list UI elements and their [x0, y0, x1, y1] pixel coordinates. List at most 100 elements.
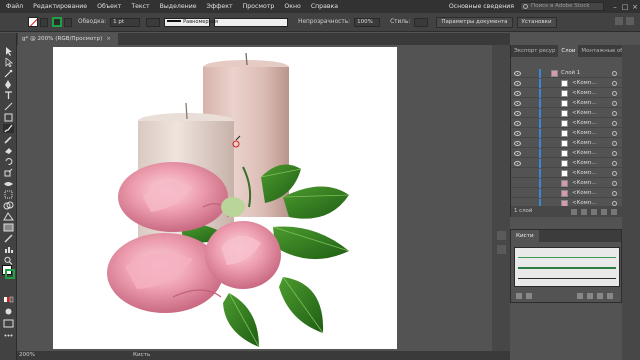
sublayer-row[interactable]: <Комп... [511, 119, 623, 128]
direct-selection-tool-icon[interactable] [3, 58, 14, 67]
sublayer-row[interactable]: <Комп... [511, 109, 623, 118]
fill-swatch[interactable] [28, 17, 38, 27]
free-transform-tool-icon[interactable] [3, 190, 14, 199]
current-tool-status[interactable]: Кисть [133, 351, 150, 360]
document-canvas[interactable] [17, 45, 510, 351]
sublayer-name[interactable]: <Комп... [572, 129, 596, 138]
arrange-icon[interactable] [615, 17, 623, 25]
gradient-tool-icon[interactable] [3, 223, 14, 232]
stroke-weight-input[interactable]: 1 pt [110, 17, 141, 27]
visibility-eye-icon[interactable] [514, 131, 521, 136]
menu-window[interactable]: Окно [284, 3, 300, 10]
sublayer-row[interactable]: <Комп... [511, 89, 623, 98]
sublayer-row[interactable]: <Комп... [511, 129, 623, 138]
sublayer-row[interactable]: <Комп... [511, 169, 623, 178]
panel-menu-icon[interactable] [626, 17, 634, 25]
magic-wand-tool-icon[interactable] [3, 69, 14, 78]
brush-stroke-sample[interactable] [518, 257, 616, 258]
brush-options-icon[interactable] [587, 293, 593, 299]
sublayer-row[interactable]: <Комп... [511, 139, 623, 148]
eraser-tool-icon[interactable] [3, 146, 14, 155]
sublayer-name[interactable]: <Комп... [572, 179, 596, 188]
sublayer-name[interactable]: <Комп... [572, 109, 596, 118]
sublayer-row[interactable]: <Комп... [511, 189, 623, 198]
menu-edit[interactable]: Редактирование [33, 3, 87, 10]
perspective-grid-tool-icon[interactable] [3, 212, 14, 221]
target-circle-icon[interactable] [612, 101, 617, 106]
fill-dropdown[interactable] [40, 17, 48, 27]
visibility-eye-icon[interactable] [514, 101, 521, 106]
sublayer-name[interactable]: <Комп... [572, 89, 596, 98]
document-tab[interactable]: g* @ 200% (RGB/Просмотр) × [18, 33, 118, 45]
target-circle-icon[interactable] [612, 91, 617, 96]
tab-artboards[interactable]: Монтажные об [578, 45, 626, 57]
brush-library-icon[interactable] [516, 293, 522, 299]
remove-stroke-icon[interactable] [577, 293, 583, 299]
new-sublayer-icon[interactable] [591, 209, 597, 215]
visibility-eye-icon[interactable] [514, 151, 521, 156]
artboard[interactable] [53, 47, 397, 349]
brush-definition-dropdown[interactable]: Равномерная [164, 17, 218, 27]
paintbrush-tool-icon[interactable] [3, 124, 14, 133]
target-circle-icon[interactable] [612, 141, 617, 146]
stroke-dropdown[interactable] [64, 17, 72, 27]
menu-type[interactable]: Текст [131, 3, 149, 10]
close-window-icon[interactable]: × [630, 3, 640, 11]
candles-roses-artwork[interactable] [53, 47, 397, 349]
graphic-style-dropdown[interactable] [414, 17, 429, 27]
maximize-icon[interactable]: □ [620, 3, 630, 11]
brush-preview-field[interactable] [214, 17, 289, 27]
target-circle-icon[interactable] [612, 71, 617, 76]
type-tool-icon[interactable] [3, 91, 14, 100]
brush-stroke-sample[interactable] [518, 278, 616, 279]
sublayer-name[interactable]: <Комп... [572, 159, 596, 168]
menu-file[interactable]: Файл [6, 3, 23, 10]
menu-object[interactable]: Объект [97, 3, 121, 10]
close-tab-icon[interactable]: × [106, 36, 111, 42]
target-circle-icon[interactable] [612, 161, 617, 166]
rotate-tool-icon[interactable] [3, 157, 14, 166]
minimize-icon[interactable]: – [610, 3, 620, 11]
sublayer-row[interactable]: <Комп... [511, 149, 623, 158]
sublayer-name[interactable]: <Комп... [572, 139, 596, 148]
menu-effect[interactable]: Эффект [207, 3, 233, 10]
stock-search-input[interactable]: Поиск в Adobe Stock [520, 2, 604, 11]
target-circle-icon[interactable] [612, 81, 617, 86]
new-layer-icon[interactable] [601, 209, 607, 215]
width-tool-icon[interactable] [3, 179, 14, 188]
sublayer-row[interactable]: <Комп... [511, 99, 623, 108]
stroke-swatch[interactable] [52, 17, 62, 27]
rectangle-tool-icon[interactable] [3, 113, 14, 122]
visibility-eye-icon[interactable] [514, 111, 521, 116]
variable-width-dropdown[interactable] [146, 17, 161, 27]
opacity-input[interactable]: 100% [354, 17, 381, 27]
stroke-label[interactable]: Обводка: [78, 19, 106, 25]
sublayer-name[interactable]: <Комп... [572, 79, 596, 88]
menu-view[interactable]: Просмотр [243, 3, 275, 10]
sublayer-name[interactable]: <Комп... [572, 149, 596, 158]
graph-tool-icon[interactable] [3, 245, 14, 254]
zoom-level[interactable]: 200% [19, 351, 35, 360]
locate-object-icon[interactable] [571, 209, 577, 215]
visibility-eye-icon[interactable] [514, 141, 521, 146]
sublayer-name[interactable]: <Комп... [572, 119, 596, 128]
sublayer-row[interactable]: <Комп... [511, 79, 623, 88]
sublayer-name[interactable]: <Комп... [572, 169, 596, 178]
workspace-switcher[interactable]: Основные сведения [449, 3, 514, 10]
preferences-button[interactable]: Установки [516, 16, 557, 28]
delete-layer-icon[interactable] [611, 209, 617, 215]
new-brush-icon[interactable] [597, 293, 603, 299]
layer-row[interactable]: Слой 1 [511, 69, 623, 78]
selection-tool-icon[interactable] [3, 47, 14, 56]
pen-tool-icon[interactable] [3, 80, 14, 89]
eyedropper-tool-icon[interactable] [3, 234, 14, 243]
menu-select[interactable]: Выделение [160, 3, 197, 10]
pencil-tool-icon[interactable] [3, 135, 14, 144]
line-tool-icon[interactable] [3, 102, 14, 111]
libraries-icon[interactable] [497, 231, 506, 240]
layer-name[interactable]: Слой 1 [561, 69, 580, 78]
stroke-color-swatch[interactable] [5, 269, 15, 279]
drawing-mode-icon[interactable] [3, 307, 14, 316]
sublayer-name[interactable]: <Комп... [572, 99, 596, 108]
tab-layers[interactable]: Слои [558, 45, 579, 57]
